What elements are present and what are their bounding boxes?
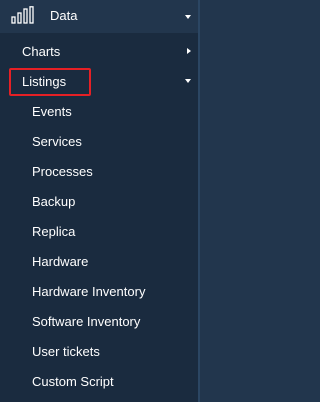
chevron-right-icon[interactable]	[187, 48, 191, 54]
menu-item-data[interactable]: Data	[0, 0, 200, 33]
submenu-item-label: Hardware	[32, 254, 89, 269]
submenu-item-services[interactable]: Services	[0, 126, 200, 156]
submenu-item-label: Processes	[32, 164, 93, 179]
submenu-item-label: Events	[32, 104, 72, 119]
submenu-item-backup[interactable]: Backup	[0, 186, 200, 216]
submenu-item-label: Software Inventory	[32, 314, 141, 329]
chevron-down-icon[interactable]	[185, 79, 191, 83]
chevron-down-icon[interactable]	[185, 15, 191, 19]
menu-item-data-label: Data	[50, 8, 78, 23]
submenu-item-label: Backup	[32, 194, 76, 209]
submenu-item-label: Custom Script	[32, 374, 114, 389]
bar-chart-icon	[11, 6, 35, 24]
sidebar-menu: Data Charts Listings Events Services Pro…	[0, 0, 200, 402]
submenu-item-processes[interactable]: Processes	[0, 156, 200, 186]
submenu-item-software-inventory[interactable]: Software Inventory	[0, 306, 200, 336]
menu-item-charts-label: Charts	[22, 44, 61, 59]
submenu-item-label: Services	[32, 134, 82, 149]
listings-highlight-box	[9, 68, 91, 96]
submenu-item-user-tickets[interactable]: User tickets	[0, 336, 200, 366]
submenu-item-hardware[interactable]: Hardware	[0, 246, 200, 276]
submenu-item-label: User tickets	[32, 344, 100, 359]
menu-item-charts[interactable]: Charts	[0, 36, 200, 66]
submenu-item-replica[interactable]: Replica	[0, 216, 200, 246]
submenu-item-custom-script[interactable]: Custom Script	[0, 366, 200, 396]
sidebar-edge	[198, 0, 200, 402]
submenu-item-events[interactable]: Events	[0, 96, 200, 126]
submenu-item-hardware-inventory[interactable]: Hardware Inventory	[0, 276, 200, 306]
submenu-item-label: Replica	[32, 224, 76, 239]
submenu-item-label: Hardware Inventory	[32, 284, 146, 299]
